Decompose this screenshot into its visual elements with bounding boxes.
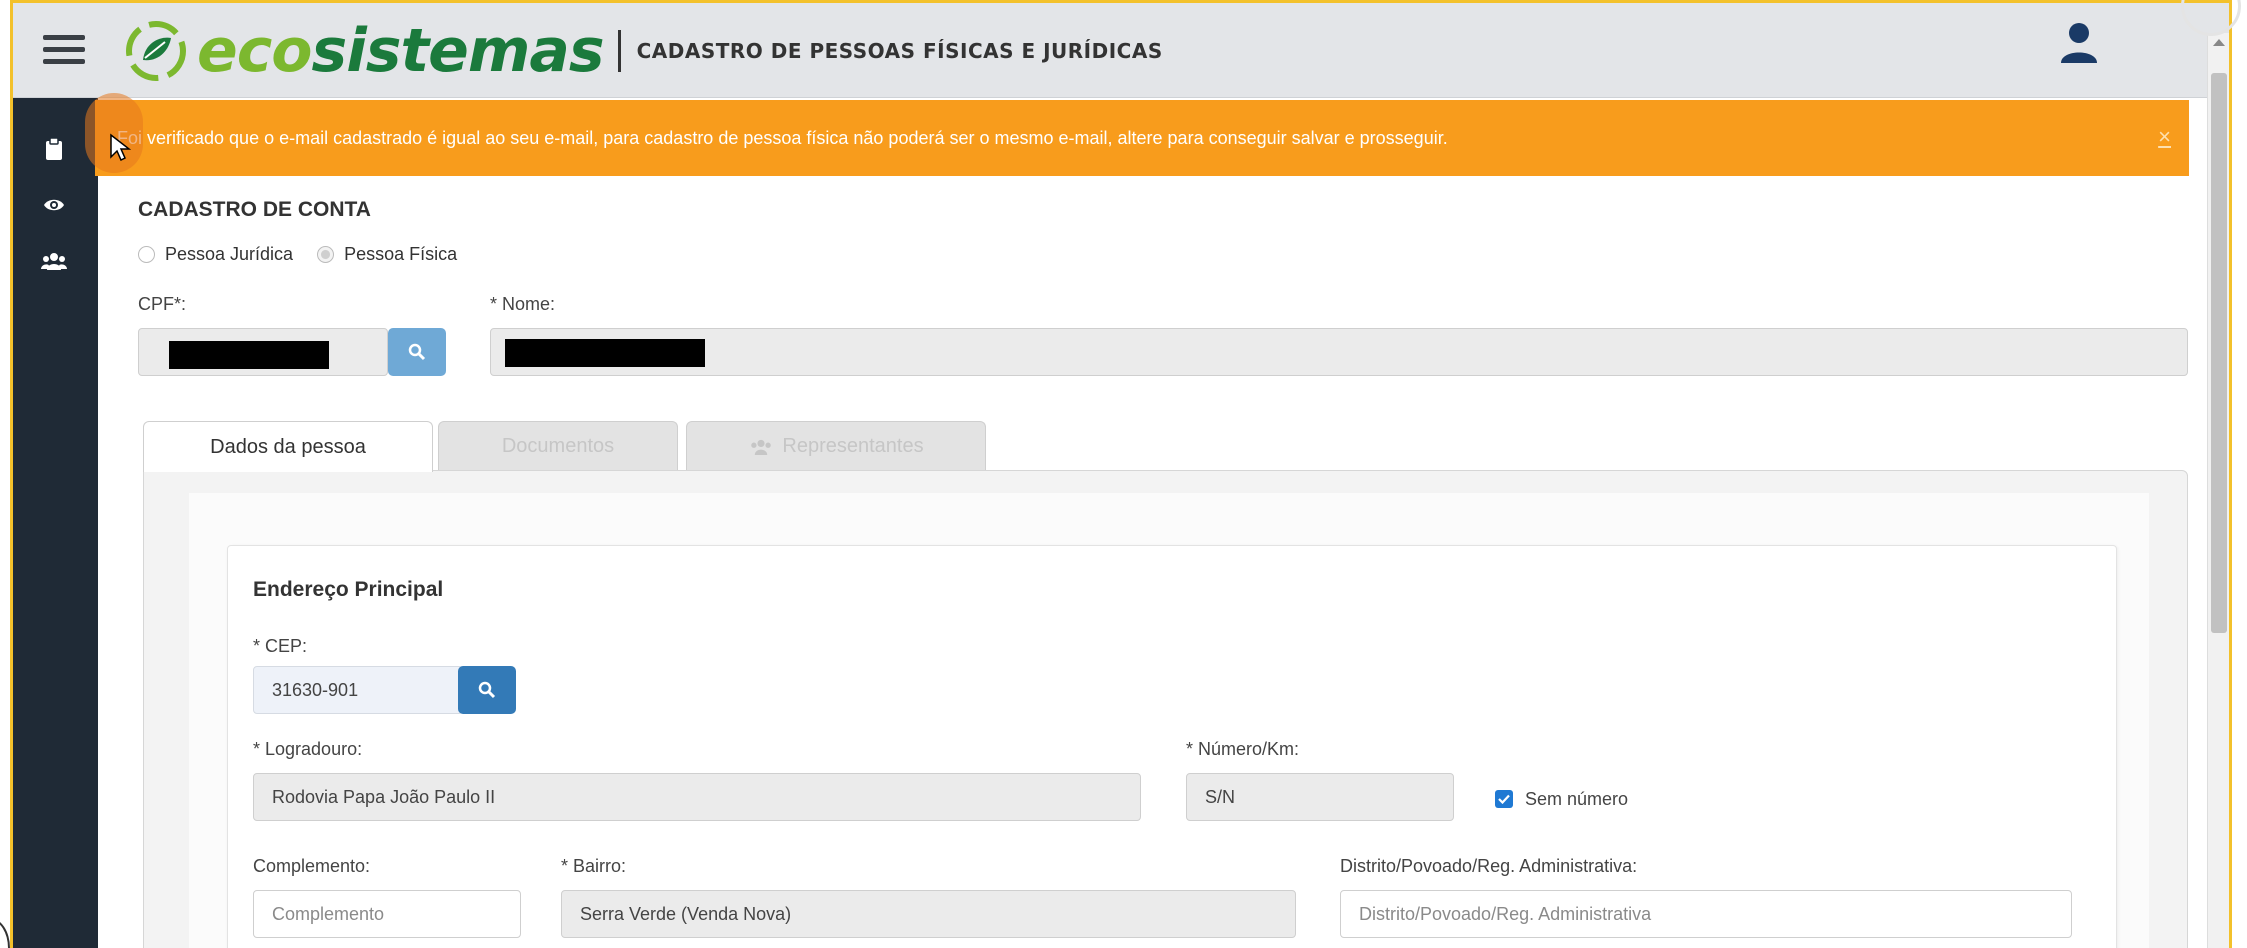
radio-pessoa-fisica[interactable]: [317, 246, 335, 263]
complemento-input[interactable]: Complemento: [253, 890, 521, 938]
logradouro-input[interactable]: Rodovia Papa João Paulo II: [253, 773, 1141, 821]
main-content: CADASTRO DE CONTA Pessoa Jurídica Pessoa…: [98, 176, 2207, 948]
radio-pessoa-fisica-label: Pessoa Física: [344, 244, 458, 264]
cep-search-button[interactable]: [458, 666, 516, 714]
sidebar: [13, 98, 98, 948]
clipboard-icon[interactable]: [39, 134, 69, 164]
account-section-title: CADASTRO DE CONTA: [138, 198, 371, 221]
users-icon: [751, 439, 772, 455]
cep-label: * CEP:: [253, 636, 308, 656]
brand-logo: ecosistemas CADASTRO DE PESSOAS FÍSICAS …: [125, 21, 1163, 81]
distrito-placeholder: Distrito/Povoado/Reg. Administrativa: [1359, 903, 1652, 924]
user-icon[interactable]: [2059, 21, 2099, 65]
redacted-cpf: [169, 341, 329, 369]
complemento-label: Complemento:: [253, 856, 371, 876]
check-icon: [1498, 794, 1510, 804]
search-icon: [408, 343, 426, 361]
cep-input[interactable]: 31630-901: [253, 666, 463, 714]
mouse-cursor-icon: [110, 133, 131, 162]
scroll-thumb[interactable]: [2211, 73, 2227, 633]
address-title: Endereço Principal: [253, 578, 444, 601]
tab-representantes[interactable]: Representantes: [686, 421, 986, 471]
leaf-logo-icon: [126, 21, 186, 81]
numero-label: * Número/Km:: [1186, 739, 1300, 759]
app-window: ecosistemas CADASTRO DE PESSOAS FÍSICAS …: [10, 0, 2232, 948]
nome-label: * Nome:: [490, 294, 556, 314]
decorative-arc-bottom-left: [0, 918, 10, 948]
search-icon: [478, 681, 496, 699]
scroll-up-icon[interactable]: [2213, 39, 2225, 46]
radio-pessoa-juridica-label: Pessoa Jurídica: [165, 244, 294, 264]
tab-panel: Endereço Principal * CEP: 31630-901 * Lo…: [143, 470, 2188, 948]
alert-message: Foi verificado que o e-mail cadastrado é…: [117, 127, 1448, 148]
cpf-input[interactable]: [138, 328, 388, 376]
nome-input[interactable]: [490, 328, 2188, 376]
radio-pessoa-juridica[interactable]: [138, 246, 155, 263]
logo-divider: [617, 30, 621, 72]
top-bar: ecosistemas CADASTRO DE PESSOAS FÍSICAS …: [13, 3, 2229, 98]
cep-value: 31630-901: [272, 679, 359, 700]
panel-body: Endereço Principal * CEP: 31630-901 * Lo…: [189, 493, 2149, 948]
logradouro-value: Rodovia Papa João Paulo II: [272, 786, 496, 807]
eye-icon[interactable]: [39, 190, 69, 220]
numero-input[interactable]: S/N: [1186, 773, 1454, 821]
numero-value: S/N: [1205, 786, 1236, 807]
tab-documentos[interactable]: Documentos: [438, 421, 678, 471]
redacted-nome: [505, 339, 705, 367]
person-type-radio-group: Pessoa Jurídica Pessoa Física: [138, 244, 457, 265]
complemento-placeholder: Complemento: [272, 903, 385, 924]
brand-sistemas-text: sistemas: [311, 16, 604, 86]
bairro-label: * Bairro:: [561, 856, 627, 876]
tab-representantes-label: Representantes: [782, 435, 924, 457]
bairro-value: Serra Verde (Venda Nova): [580, 903, 792, 924]
sem-numero-label: Sem número: [1525, 789, 1629, 809]
logradouro-label: * Logradouro:: [253, 739, 363, 759]
distrito-label: Distrito/Povoado/Reg. Administrativa:: [1340, 856, 1638, 876]
distrito-input[interactable]: Distrito/Povoado/Reg. Administrativa: [1340, 890, 2072, 938]
users-icon[interactable]: [39, 246, 69, 276]
email-warning-alert: Foi verificado que o e-mail cadastrado é…: [95, 100, 2189, 176]
brand-eco-text: eco: [197, 16, 312, 86]
cpf-label: CPF*:: [138, 294, 187, 314]
bairro-input[interactable]: Serra Verde (Venda Nova): [561, 890, 1296, 938]
page-title: CADASTRO DE PESSOAS FÍSICAS E JURÍDICAS: [636, 39, 1163, 63]
vertical-scrollbar[interactable]: [2207, 33, 2229, 948]
sem-numero-checkbox[interactable]: [1495, 790, 1513, 808]
tab-dados-da-pessoa[interactable]: Dados da pessoa: [143, 421, 433, 472]
address-card: Endereço Principal * CEP: 31630-901 * Lo…: [227, 545, 2117, 948]
cpf-search-button[interactable]: [388, 328, 446, 376]
alert-close-button[interactable]: ×: [2158, 124, 2171, 150]
menu-icon[interactable]: [43, 35, 85, 65]
